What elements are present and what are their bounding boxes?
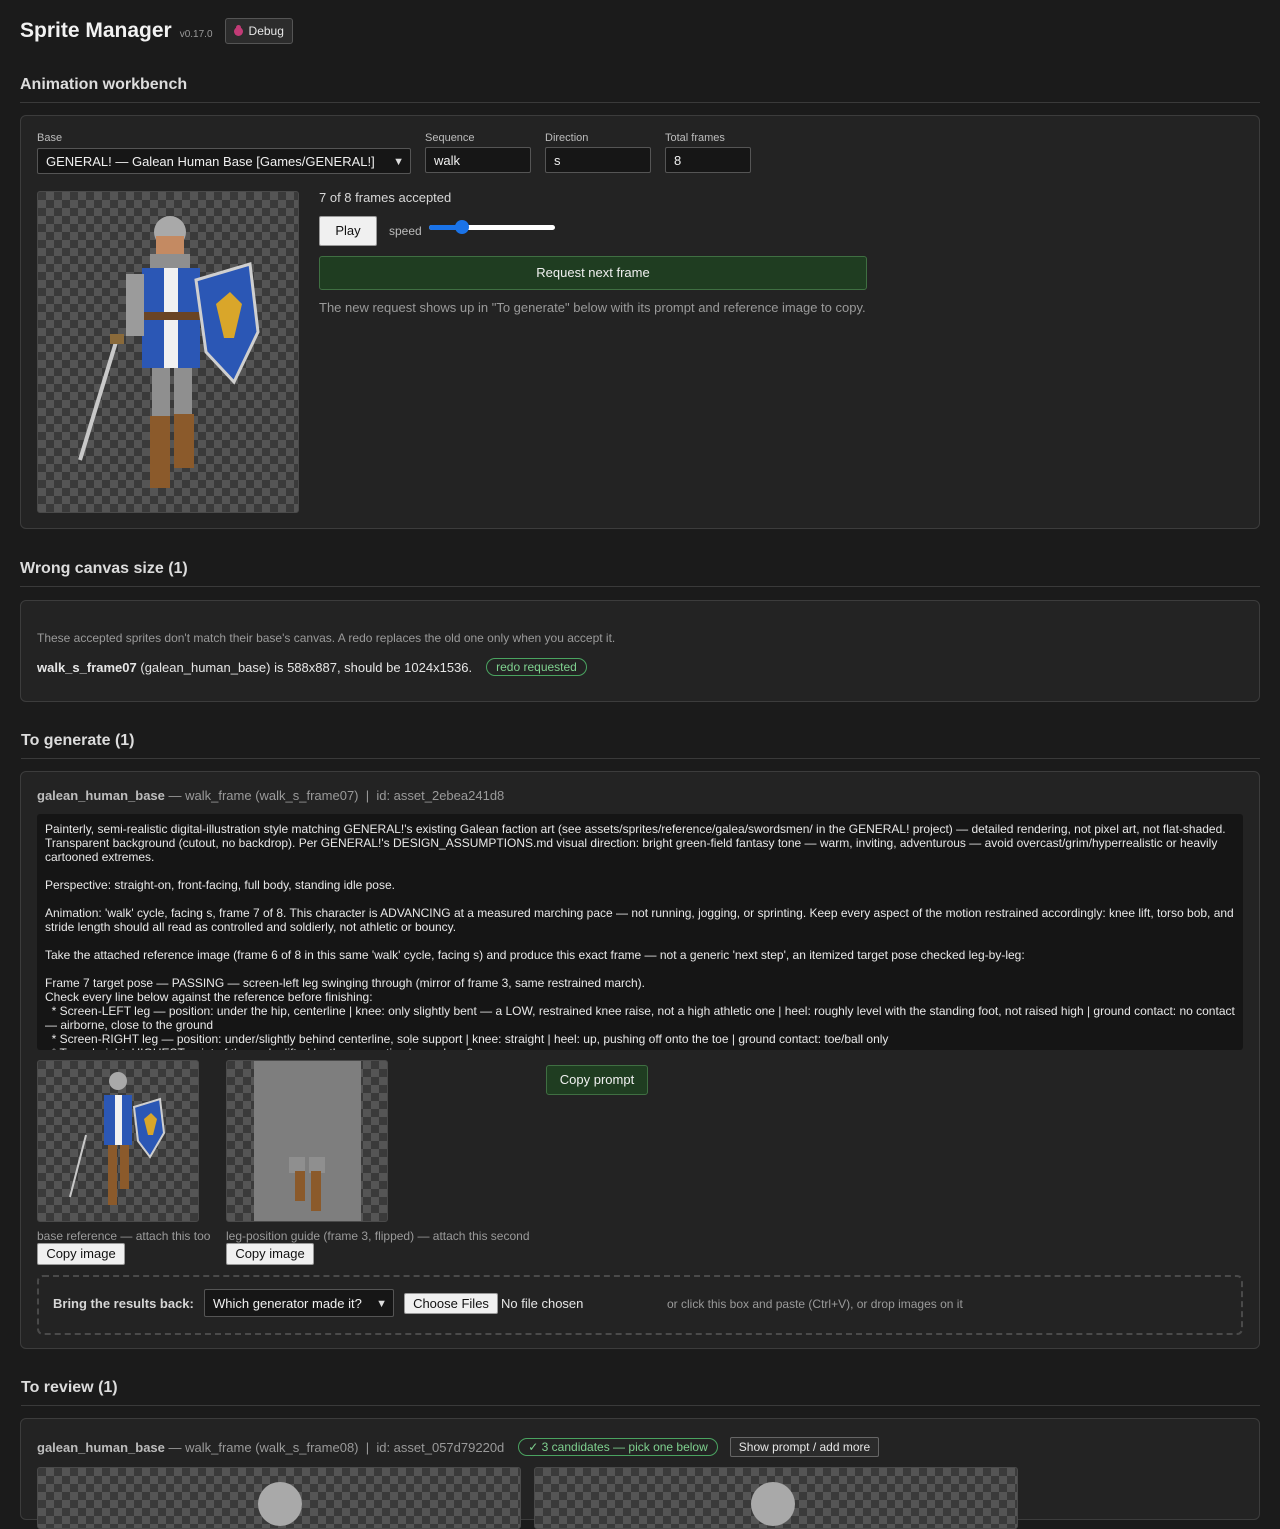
candidates-badge: ✓ 3 candidates — pick one below — [518, 1438, 718, 1456]
speed-slider[interactable] — [429, 220, 555, 234]
debug-button[interactable]: Debug — [224, 18, 293, 44]
base-reference-caption: base reference — attach this too — [37, 1229, 211, 1243]
base-label: Base — [37, 132, 63, 144]
app-header: Sprite Manager v0.17.0 Debug — [20, 18, 293, 44]
results-dropzone[interactable]: Bring the results back: Which generator … — [37, 1275, 1243, 1335]
direction-label: Direction — [545, 132, 589, 144]
generate-asset-line: galean_human_base — walk_frame (walk_s_f… — [37, 788, 504, 803]
knight-sprite — [78, 216, 260, 488]
sequence-label: Sequence — [425, 132, 475, 144]
prompt-paragraph: Take the attached reference image (frame… — [45, 948, 1025, 962]
base-reference-image — [37, 1060, 199, 1222]
knight-thumbnail — [69, 1072, 166, 1205]
workbench-heading: Animation workbench — [20, 76, 1260, 103]
wrong-canvas-heading: Wrong canvas size (1) — [20, 560, 1260, 587]
app-version: v0.17.0 — [179, 28, 213, 40]
speed-label: speed — [389, 224, 422, 238]
results-label: Bring the results back: — [53, 1296, 194, 1311]
candidate-image[interactable] — [37, 1467, 521, 1529]
choose-files-button[interactable]: Choose Files — [404, 1293, 498, 1314]
wrong-canvas-item-detail: (galean_human_base) is 588x887, should b… — [136, 659, 473, 675]
review-asset-line: galean_human_base — walk_frame (walk_s_f… — [37, 1437, 880, 1457]
to-review-heading: To review (1) — [21, 1379, 1260, 1406]
copy-image-button[interactable]: Copy image — [226, 1243, 314, 1265]
leg-position-guide-image — [226, 1060, 388, 1222]
play-button[interactable]: Play — [319, 216, 377, 246]
total-frames-label: Total frames — [665, 132, 725, 144]
generator-select[interactable]: Which generator made it? ▼ — [204, 1289, 394, 1317]
generate-asset-rest: — walk_frame (walk_s_frame07) | id: asse… — [164, 788, 505, 803]
chevron-down-icon: ▼ — [393, 156, 404, 168]
animation-preview — [37, 191, 299, 513]
generator-select-value: Which generator made it? — [213, 1296, 362, 1311]
prompt-paragraph: Animation: 'walk' cycle, facing s, frame… — [45, 906, 1238, 934]
bug-icon — [233, 24, 243, 36]
review-asset-rest: — walk_frame (walk_s_frame08) | id: asse… — [164, 1439, 505, 1455]
wrong-canvas-item-name: walk_s_frame07 — [37, 659, 137, 675]
app-title: Sprite Manager — [20, 19, 172, 42]
prompt-paragraph: Perspective: straight-on, front-facing, … — [45, 878, 395, 892]
chevron-down-icon: ▼ — [376, 1298, 387, 1310]
wrong-canvas-note: These accepted sprites don't match their… — [37, 631, 616, 645]
paste-hint: or click this box and paste (Ctrl+V), or… — [667, 1297, 963, 1311]
prompt-paragraph: Painterly, semi-realistic digital-illust… — [45, 822, 1229, 864]
no-file-chosen: No file chosen — [501, 1296, 584, 1311]
base-select[interactable]: GENERAL! — Galean Human Base [Games/GENE… — [37, 148, 411, 174]
prompt-paragraph: Frame 7 target pose — PASSING — screen-l… — [45, 976, 1235, 1050]
speed-slider-thumb[interactable] — [455, 220, 469, 234]
knight-candidate — [258, 1482, 302, 1526]
workbench-panel: Base GENERAL! — Galean Human Base [Games… — [20, 115, 1260, 529]
request-next-frame-button[interactable]: Request next frame — [319, 256, 867, 290]
to-review-panel: galean_human_base — walk_frame (walk_s_f… — [20, 1418, 1260, 1529]
to-generate-heading: To generate (1) — [21, 732, 1260, 759]
prompt-text[interactable]: Painterly, semi-realistic digital-illust… — [37, 814, 1243, 1050]
to-generate-panel: galean_human_base — walk_frame (walk_s_f… — [20, 771, 1260, 1349]
total-frames-input[interactable]: 8 — [665, 147, 751, 173]
copy-prompt-button[interactable]: Copy prompt — [546, 1065, 648, 1095]
leg-guide-caption: leg-position guide (frame 3, flipped) — … — [226, 1229, 530, 1243]
candidate-image[interactable] — [534, 1467, 1018, 1529]
sequence-input[interactable]: walk — [425, 147, 531, 173]
copy-image-button[interactable]: Copy image — [37, 1243, 125, 1265]
knight-candidate — [751, 1482, 795, 1526]
wrong-canvas-panel: These accepted sprites don't match their… — [20, 600, 1260, 702]
wrong-canvas-item: walk_s_frame07 (galean_human_base) is 58… — [37, 658, 587, 676]
generate-asset-base: galean_human_base — [37, 788, 165, 803]
request-note: The new request shows up in "To generate… — [319, 300, 866, 315]
legs-thumbnail — [289, 1157, 325, 1211]
frames-status: 7 of 8 frames accepted — [319, 190, 452, 205]
show-prompt-button[interactable]: Show prompt / add more — [729, 1437, 880, 1457]
direction-input[interactable]: s — [545, 147, 651, 173]
review-asset-base: galean_human_base — [37, 1439, 165, 1455]
base-select-value: GENERAL! — Galean Human Base [Games/GENE… — [46, 154, 375, 169]
redo-requested-badge: redo requested — [486, 658, 587, 676]
debug-label: Debug — [248, 24, 284, 38]
